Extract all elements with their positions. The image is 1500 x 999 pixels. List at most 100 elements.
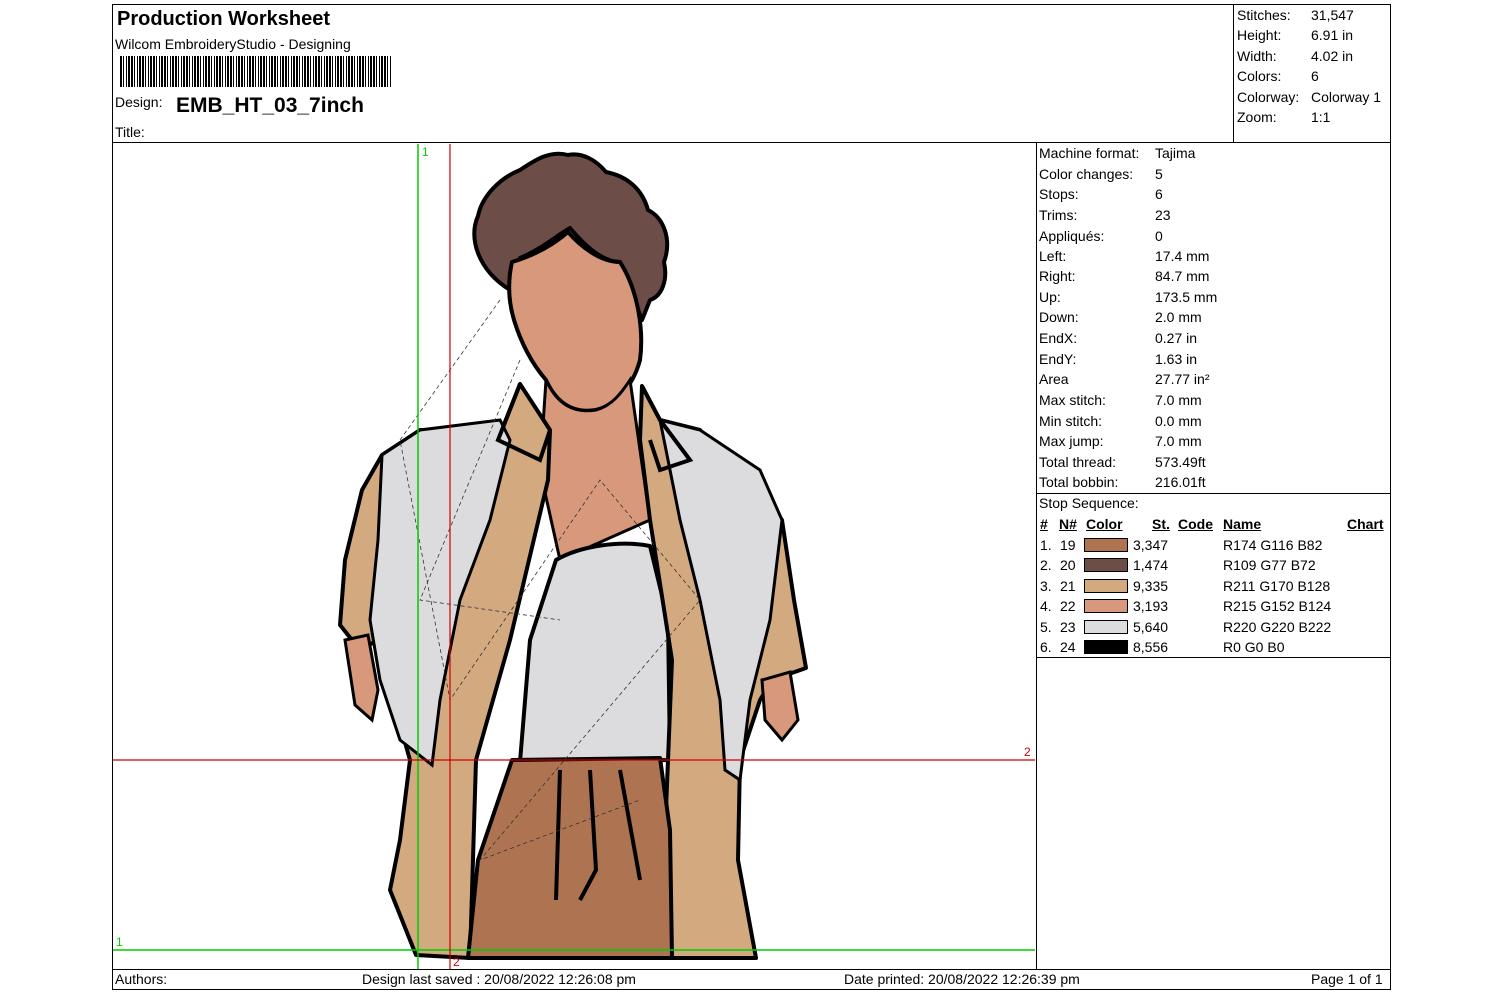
detail-label: Right: [1039,268,1076,284]
col-header-code: Code [1178,516,1213,532]
detail-label: Min stitch: [1039,413,1103,429]
footer-date-printed: Date printed: 20/08/2022 12:26:39 pm [844,971,1080,987]
detail-value: 84.7 mm [1155,268,1210,284]
detail-value: 573.49ft [1155,454,1206,470]
footer-authors: Authors: [115,971,168,987]
col-header-chart: Chart [1347,516,1384,532]
detail-label: Up: [1039,289,1061,305]
stop-needle: 21 [1060,578,1076,594]
summary-label: Colorway: [1237,89,1300,105]
detail-value: 173.5 mm [1155,289,1218,305]
stop-stitches: 3,193 [1133,598,1169,614]
detail-label: EndX: [1039,330,1078,346]
panel-divider [1036,142,1037,969]
summary-label: Colors: [1237,68,1282,84]
stop-num: 4. [1040,598,1052,614]
footer-page-number: Page 1 of 1 [1311,971,1383,987]
summary-value: 1:1 [1311,109,1331,125]
stop-num: 6. [1040,639,1052,655]
detail-value: 7.0 mm [1155,392,1202,408]
detail-label: Appliqués: [1039,228,1105,244]
stop-num: 1. [1040,537,1052,553]
stop-color-name: R215 G152 B124 [1223,598,1332,614]
detail-value: 6 [1155,186,1163,202]
detail-label: Total thread: [1039,454,1117,470]
stop-stitches: 9,335 [1133,578,1169,594]
stop-stitches: 3,347 [1133,537,1169,553]
summary-value: Colorway 1 [1311,89,1382,105]
detail-label: Max stitch: [1039,392,1106,408]
detail-value: 27.77 in² [1155,371,1210,387]
stop-color-name: R174 G116 B82 [1223,537,1323,553]
detail-label: Machine format: [1039,145,1140,161]
detail-value: 0.0 mm [1155,413,1202,429]
stop-color-name: R220 G220 B222 [1223,619,1332,635]
summary-value: 6.91 in [1311,27,1354,43]
stop-stitches: 8,556 [1133,639,1169,655]
title-label: Title: [115,124,145,140]
stop-color-name: R0 G0 B0 [1223,639,1285,655]
stop-needle: 19 [1060,537,1076,553]
stop-sequence-title: Stop Sequence: [1039,495,1139,511]
summary-label: Stitches: [1237,7,1291,23]
detail-label: Area [1039,371,1069,387]
detail-value: 1.63 in [1155,351,1198,367]
stop-num: 2. [1040,557,1052,573]
stop-color-name: R109 G77 B72 [1223,557,1316,573]
summary-value: 6 [1311,68,1319,84]
detail-label: Down: [1039,309,1079,325]
stop-stitches: 5,640 [1133,619,1169,635]
detail-value: 2.0 mm [1155,309,1202,325]
col-header-stitches: St. [1152,516,1170,532]
col-header-num: # [1040,516,1048,532]
detail-value: 23 [1155,207,1171,223]
detail-value: 216.01ft [1155,474,1206,490]
stop-sequence-divider [1036,657,1391,658]
color-swatch [1084,538,1128,552]
footer-divider [112,969,1391,970]
guide-label-red-h: 2 [1024,745,1031,759]
stop-needle: 23 [1060,619,1076,635]
detail-value: 5 [1155,166,1163,182]
header-divider [112,142,1391,143]
design-name: EMB_HT_03_7inch [176,94,364,117]
color-swatch [1084,579,1128,593]
trousers [466,756,674,960]
stop-needle: 24 [1060,639,1076,655]
detail-label: Max jump: [1039,433,1104,449]
stop-needle: 22 [1060,598,1076,614]
footer-last-saved: Design last saved : 20/08/2022 12:26:08 … [362,971,636,987]
guide-label-green-h: 1 [116,935,123,949]
summary-value: 4.02 in [1311,48,1354,64]
detail-label: Color changes: [1039,166,1134,182]
col-header-name: Name [1223,516,1262,532]
guide-label-green-v: 1 [422,145,429,159]
detail-label: Left: [1039,248,1067,264]
detail-label: EndY: [1039,351,1077,367]
color-swatch [1084,558,1128,572]
stop-stitches: 1,474 [1133,557,1169,573]
summary-label: Zoom: [1237,109,1277,125]
design-label: Design: [115,94,163,110]
summary-divider [1233,4,1234,143]
color-swatch [1084,599,1128,613]
detail-value: 0 [1155,228,1163,244]
sleeve-right [760,670,800,743]
summary-value: 31,547 [1311,7,1354,23]
color-swatch [1084,620,1128,634]
summary-label: Width: [1237,48,1277,64]
sleeve-left [343,633,380,723]
design-preview: 1 1 2 2 [113,144,1035,969]
summary-label: Height: [1237,27,1282,43]
stop-color-name: R211 G170 B128 [1223,578,1331,594]
detail-value: 0.27 in [1155,330,1198,346]
barcode [120,56,392,87]
detail-label: Trims: [1039,207,1078,223]
guide-label-red-v: 2 [453,955,460,969]
color-swatch [1084,640,1128,654]
detail-value: 7.0 mm [1155,433,1202,449]
detail-label: Stops: [1039,186,1079,202]
undershirt [518,541,672,764]
worksheet-title: Production Worksheet [117,8,330,30]
detail-label: Total bobbin: [1039,474,1119,490]
